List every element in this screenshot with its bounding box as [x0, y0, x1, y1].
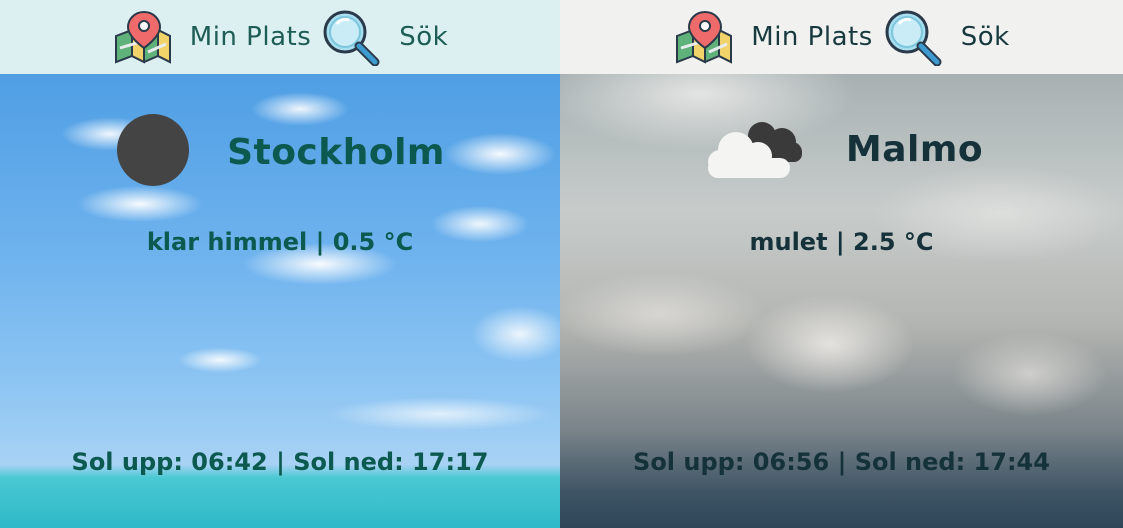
- sunset-label: Sol ned:: [293, 448, 404, 476]
- cloudy-icon: [700, 112, 810, 186]
- sunrise-time: 06:42: [191, 448, 268, 476]
- top-nav-bar: Min Plats Sök: [560, 0, 1123, 74]
- map-pin-icon: [112, 8, 174, 66]
- separator: |: [837, 448, 847, 476]
- sunset-time: 17:17: [412, 448, 489, 476]
- weather-description: mulet: [749, 228, 828, 256]
- city-name: Malmo: [845, 128, 984, 170]
- top-nav-bar: Min Plats Sök: [0, 0, 560, 74]
- my-location-button[interactable]: Min Plats: [112, 8, 311, 66]
- my-location-button[interactable]: Min Plats: [673, 8, 872, 66]
- sunrise-label: Sol upp:: [633, 448, 745, 476]
- separator: |: [315, 228, 325, 256]
- separator: |: [276, 448, 285, 476]
- my-location-label: Min Plats: [189, 22, 312, 52]
- weather-card-stockholm: Min Plats Sök Stockholm klar himmel | 0.…: [0, 0, 560, 528]
- temperature: 0.5 °C: [332, 228, 414, 256]
- sunrise-time: 06:56: [752, 448, 830, 476]
- separator: |: [835, 228, 845, 256]
- weather-card-malmo: Min Plats Sök Malmo mulet | 2.5 °C Sol u…: [560, 0, 1123, 528]
- search-label: Sök: [399, 22, 449, 52]
- city-name: Stockholm: [227, 131, 445, 173]
- temperature: 2.5 °C: [853, 228, 934, 256]
- sunset-time: 17:44: [973, 448, 1050, 476]
- sunset-label: Sol ned:: [854, 448, 966, 476]
- sun-times: Sol upp: 06:56 | Sol ned: 17:44: [560, 448, 1123, 476]
- weather-summary: klar himmel | 0.5 °C: [0, 228, 560, 256]
- weather-description: klar himmel: [146, 228, 308, 256]
- weather-summary: mulet | 2.5 °C: [560, 228, 1123, 256]
- search-button[interactable]: Sök: [321, 8, 449, 67]
- map-pin-icon: [673, 8, 735, 66]
- sun-times: Sol upp: 06:42 | Sol ned: 17:17: [0, 448, 560, 476]
- clear-night-icon: [115, 112, 191, 192]
- search-label: Sök: [960, 22, 1010, 52]
- search-button[interactable]: Sök: [883, 8, 1010, 67]
- my-location-label: Min Plats: [751, 22, 873, 52]
- search-icon: [321, 8, 383, 67]
- sunrise-label: Sol upp:: [71, 448, 183, 476]
- search-icon: [883, 8, 945, 67]
